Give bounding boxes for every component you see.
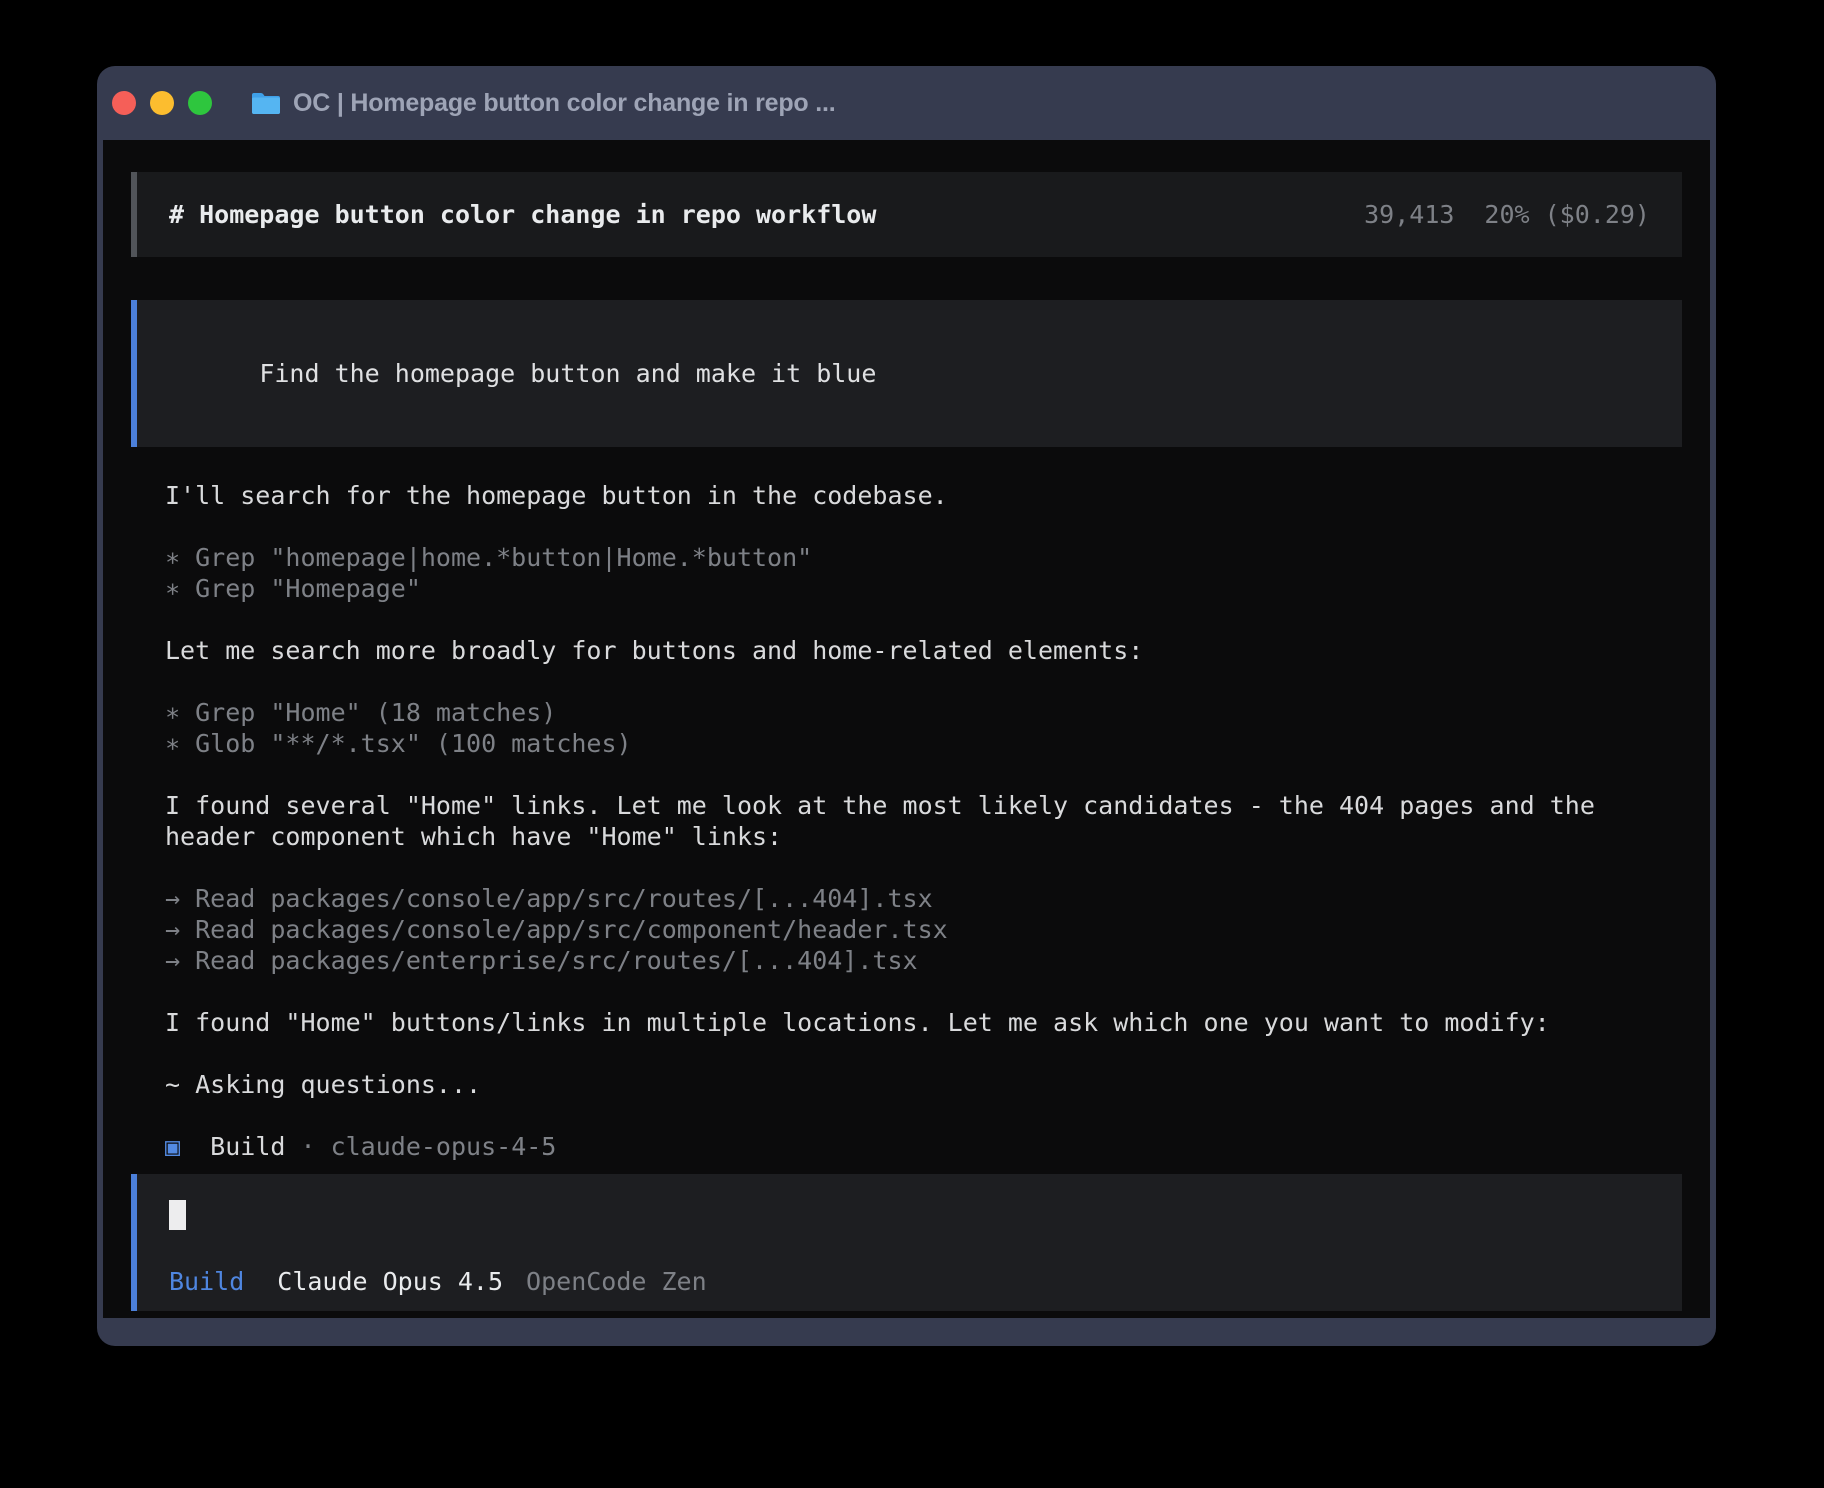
terminal-window: OC | Homepage button color change in rep…: [97, 66, 1716, 1346]
text-segment: → Read packages/console/app/src/componen…: [165, 915, 948, 944]
input-status-row: Build Claude Opus 4.5 OpenCode Zen: [169, 1266, 1650, 1297]
agent-name[interactable]: Build: [169, 1266, 244, 1297]
blank-line: [165, 852, 1682, 883]
text-segment: · claude-opus-4-5: [285, 1132, 556, 1161]
close-button[interactable]: [112, 91, 136, 115]
user-message-text: Find the homepage button and make it blu…: [259, 359, 876, 388]
assistant-text: Let me search more broadly for buttons a…: [165, 635, 1682, 666]
blank-line: [165, 759, 1682, 790]
status-asking: ~ Asking questions...: [165, 1069, 1682, 1100]
assistant-text: I found several "Home" links. Let me loo…: [165, 790, 1682, 821]
zoom-button[interactable]: [188, 91, 212, 115]
terminal-content: # Homepage button color change in repo w…: [103, 140, 1710, 1318]
minimize-button[interactable]: [150, 91, 174, 115]
text-segment: ∗ Grep "Home" (18 matches): [165, 698, 556, 727]
text-segment: ∗ Grep "homepage|home.*button|Home.*butt…: [165, 543, 812, 572]
blank-line: [165, 604, 1682, 635]
assistant-text: header component which have "Home" links…: [165, 821, 1682, 852]
text-cursor: [169, 1200, 186, 1230]
token-count: 39,413: [1364, 199, 1454, 230]
text-segment: Build: [180, 1132, 285, 1161]
text-segment: ~ Asking questions...: [165, 1070, 481, 1099]
session-header: # Homepage button color change in repo w…: [131, 172, 1682, 257]
tool-glob: ∗ Glob "**/*.tsx" (100 matches): [165, 728, 1682, 759]
window-titlebar[interactable]: OC | Homepage button color change in rep…: [97, 66, 1716, 140]
user-message: Find the homepage button and make it blu…: [131, 300, 1682, 447]
blank-line: [165, 976, 1682, 1007]
assistant-text: I'll search for the homepage button in t…: [165, 480, 1682, 511]
text-segment: header component which have "Home" links…: [165, 822, 782, 851]
session-stats: 39,413 20% ($0.29): [1364, 199, 1650, 230]
assistant-transcript: I'll search for the homepage button in t…: [165, 480, 1682, 1162]
text-segment: ∗ Grep "Homepage": [165, 574, 421, 603]
session-title: # Homepage button color change in repo w…: [169, 199, 876, 230]
assistant-text: I found "Home" buttons/links in multiple…: [165, 1007, 1682, 1038]
window-title: OC | Homepage button color change in rep…: [293, 89, 835, 118]
tool-read: → Read packages/console/app/src/routes/[…: [165, 883, 1682, 914]
text-segment: I found several "Home" links. Let me loo…: [165, 791, 1595, 820]
folder-icon: [251, 91, 281, 115]
tool-read: → Read packages/console/app/src/componen…: [165, 914, 1682, 945]
text-segment: I found "Home" buttons/links in multiple…: [165, 1008, 1550, 1037]
text-segment: ∗ Glob "**/*.tsx" (100 matches): [165, 729, 632, 758]
tool-grep: ∗ Grep "Homepage": [165, 573, 1682, 604]
provider-name: OpenCode Zen: [526, 1266, 707, 1297]
agent-model-line: ▣ Build · claude-opus-4-5: [165, 1131, 1682, 1162]
tool-read: → Read packages/enterprise/src/routes/[.…: [165, 945, 1682, 976]
blank-line: [165, 1100, 1682, 1131]
text-segment: → Read packages/enterprise/src/routes/[.…: [165, 946, 918, 975]
prompt-input[interactable]: Build Claude Opus 4.5 OpenCode Zen: [131, 1174, 1682, 1311]
blank-line: [165, 666, 1682, 697]
text-segment: I'll search for the homepage button in t…: [165, 481, 948, 510]
text-segment: → Read packages/console/app/src/routes/[…: [165, 884, 933, 913]
context-usage: 20% ($0.29): [1484, 199, 1650, 230]
model-name[interactable]: Claude Opus 4.5: [277, 1266, 503, 1297]
tool-grep: ∗ Grep "Home" (18 matches): [165, 697, 1682, 728]
agent-icon: ▣: [165, 1132, 180, 1161]
blank-line: [165, 511, 1682, 542]
tool-grep: ∗ Grep "homepage|home.*button|Home.*butt…: [165, 542, 1682, 573]
text-segment: Let me search more broadly for buttons a…: [165, 636, 1143, 665]
blank-line: [165, 1038, 1682, 1069]
